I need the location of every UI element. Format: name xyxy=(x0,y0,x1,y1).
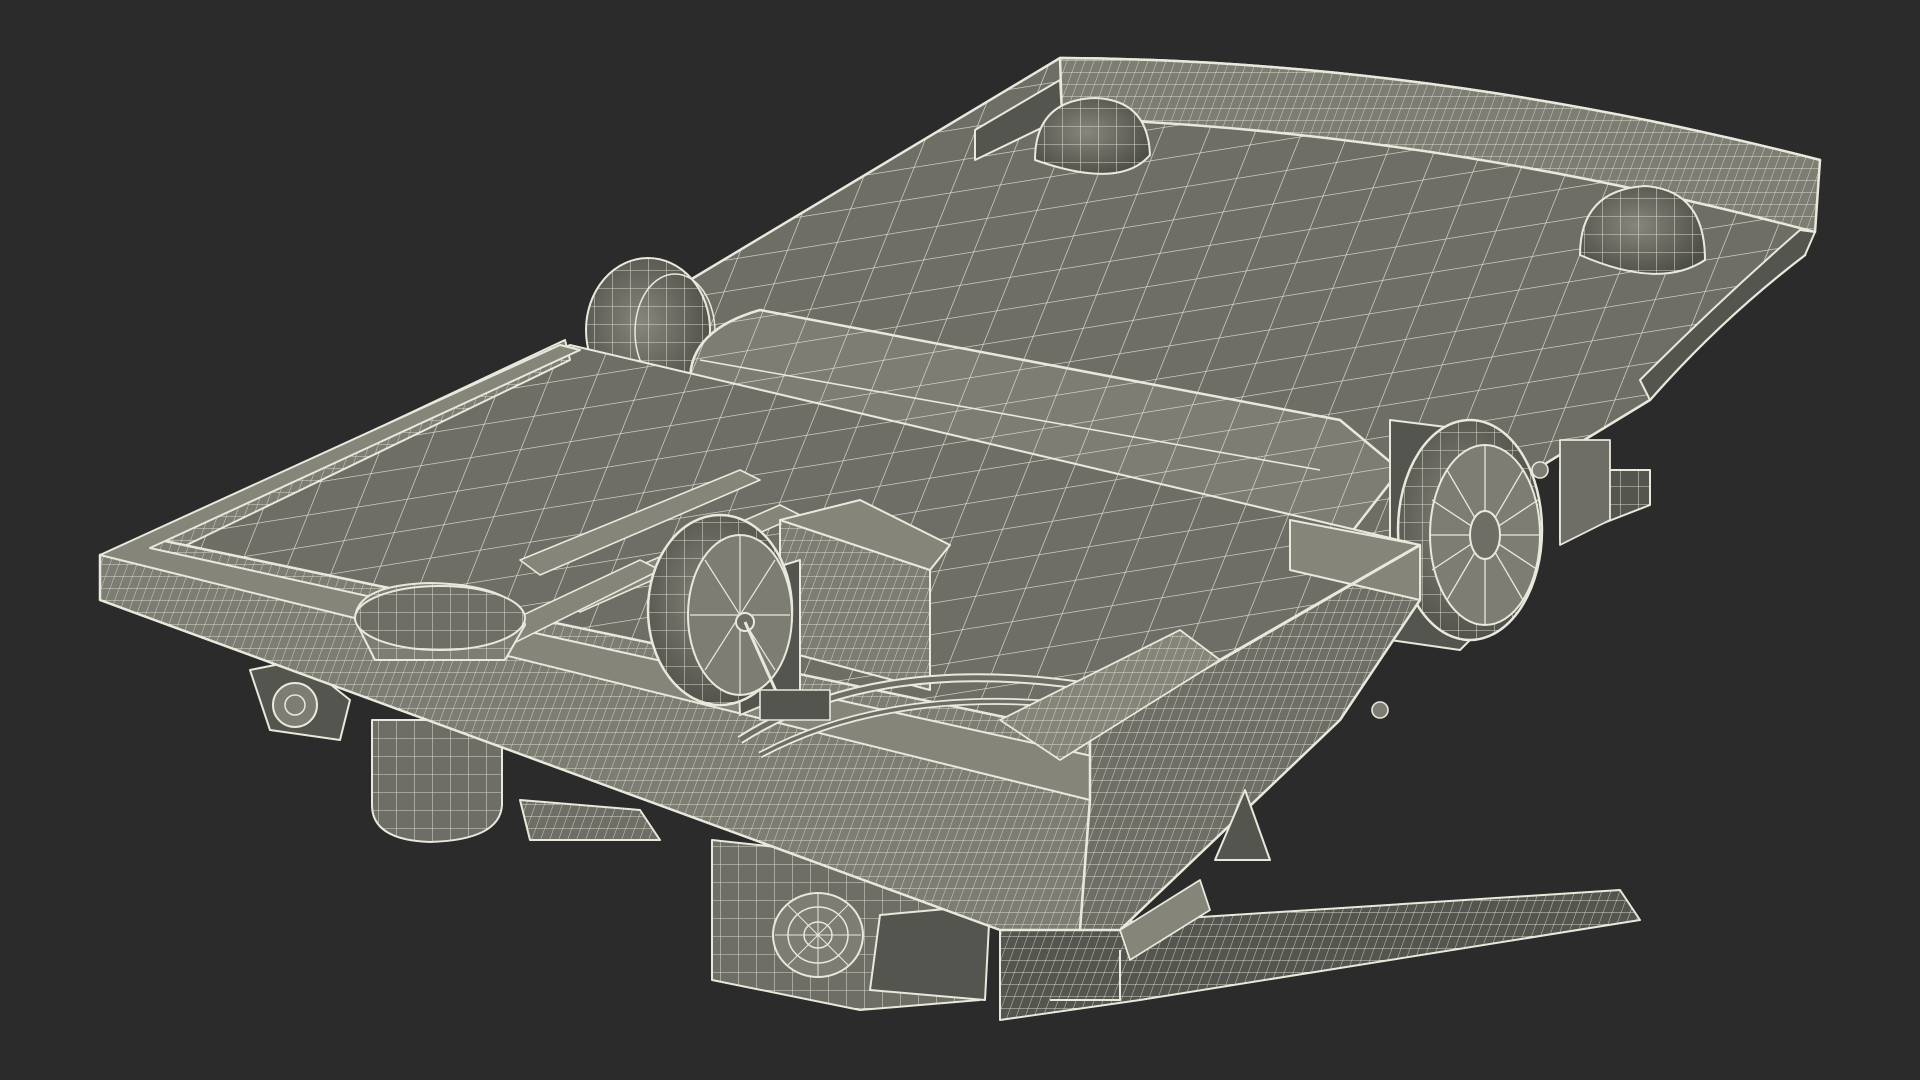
rear-bucket xyxy=(354,582,526,661)
render-canvas xyxy=(0,0,1920,1080)
